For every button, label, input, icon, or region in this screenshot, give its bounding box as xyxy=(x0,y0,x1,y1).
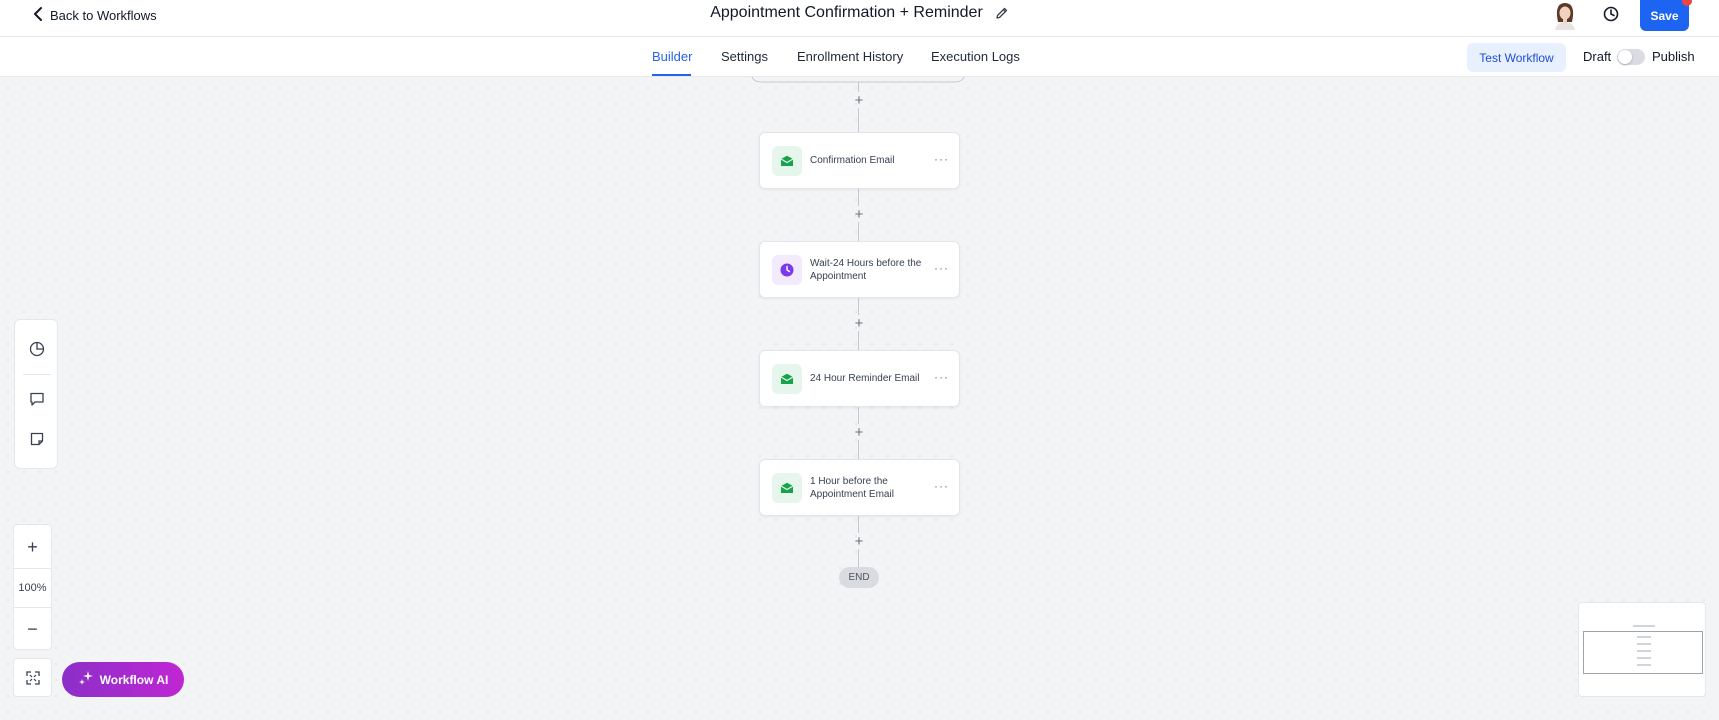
more-options-icon[interactable]: ··· xyxy=(934,153,949,165)
zoom-level: 100% xyxy=(14,568,51,608)
zoom-controls: + 100% − xyxy=(13,524,52,650)
end-marker: END xyxy=(839,567,879,588)
workflow-ai-button[interactable]: Workflow AI xyxy=(62,662,184,697)
comment-icon[interactable] xyxy=(26,388,48,410)
add-step-button[interactable]: + xyxy=(851,92,867,108)
workflow-step-wait[interactable]: Wait-24 Hours before the Appointment ··· xyxy=(759,241,960,298)
email-icon xyxy=(772,145,802,176)
more-options-icon[interactable]: ··· xyxy=(934,371,949,383)
email-icon xyxy=(772,472,802,503)
step-label: Wait-24 Hours before the Appointment xyxy=(810,257,922,282)
zoom-in-button[interactable]: + xyxy=(14,527,51,567)
workflow-ai-label: Workflow AI xyxy=(99,672,169,687)
more-options-icon[interactable]: ··· xyxy=(934,480,949,492)
minimap[interactable] xyxy=(1578,602,1706,697)
step-label: 1 Hour before the Appointment Email xyxy=(810,475,894,500)
more-options-icon[interactable]: ··· xyxy=(934,262,949,274)
step-label: Confirmation Email xyxy=(810,155,895,166)
step-label: 24 Hour Reminder Email xyxy=(810,373,920,384)
canvas-toolbox xyxy=(14,319,58,469)
fit-to-screen-icon[interactable] xyxy=(13,658,52,697)
minimap-node xyxy=(1633,625,1655,627)
add-step-button[interactable]: + xyxy=(851,315,867,331)
minimap-node xyxy=(1637,650,1651,652)
minimap-node xyxy=(1637,643,1651,645)
toolbox-divider xyxy=(23,374,51,375)
add-step-button[interactable]: + xyxy=(851,533,867,549)
workflow-step-1-hour-email[interactable]: 1 Hour before the Appointment Email ··· xyxy=(759,459,960,516)
sticky-note-icon[interactable] xyxy=(26,428,48,450)
minimap-node xyxy=(1637,636,1651,638)
zoom-out-button[interactable]: − xyxy=(14,609,51,649)
workflow-step-24-hour-reminder-email[interactable]: 24 Hour Reminder Email ··· xyxy=(759,350,960,407)
minimap-node xyxy=(1637,664,1651,666)
email-icon xyxy=(772,363,802,394)
pie-chart-icon[interactable] xyxy=(26,338,48,360)
minimap-node xyxy=(1637,657,1651,659)
add-step-button[interactable]: + xyxy=(851,206,867,222)
clock-icon xyxy=(772,254,802,285)
sparkle-icon xyxy=(78,670,94,689)
workflow-step-confirmation-email[interactable]: Confirmation Email ··· xyxy=(759,132,960,189)
add-step-button[interactable]: + xyxy=(851,424,867,440)
